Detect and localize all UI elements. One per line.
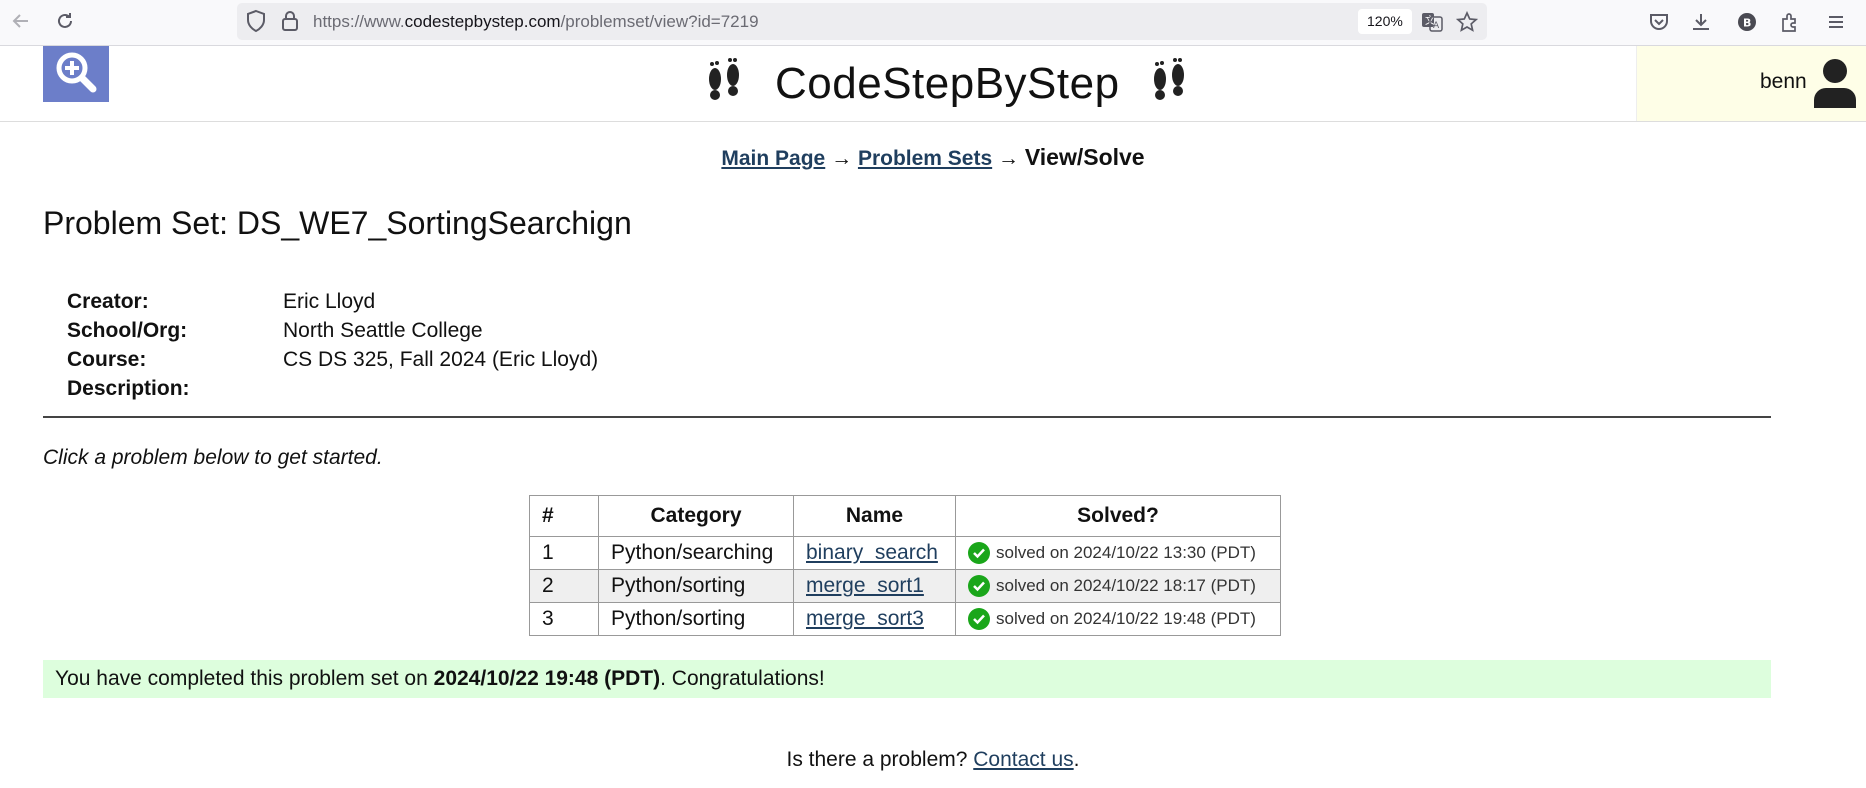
footer-period: . (1073, 748, 1080, 771)
shield-icon[interactable] (245, 9, 267, 38)
creator-value: Eric Lloyd (283, 290, 376, 313)
column-header-solved: Solved? (955, 495, 1281, 537)
footer: Is there a problem? Contact us. (0, 748, 1866, 772)
row-category: Python/searching (598, 536, 794, 570)
solved-status: solved on 2024/10/22 19:48 (PDT) (968, 608, 1268, 630)
row-category: Python/sorting (598, 569, 794, 603)
page-title: Problem Set: DS_WE7_SortingSearchign (43, 205, 632, 241)
site-brand[interactable]: CodeStepByStep (705, 46, 1190, 121)
row-name-cell: binary_search (793, 536, 956, 570)
lock-icon[interactable] (281, 10, 299, 37)
footprints-icon (705, 57, 745, 110)
row-category: Python/sorting (598, 602, 794, 636)
instructions: Click a problem below to get started. (43, 446, 383, 469)
row-solved-cell: solved on 2024/10/22 19:48 (PDT) (955, 602, 1281, 636)
school-value: North Seattle College (283, 319, 483, 342)
course-row: Course: CS DS 325, Fall 2024 (Eric Lloyd… (67, 348, 598, 377)
extensions-icon[interactable] (1776, 8, 1804, 36)
breadcrumb-arrow: → (998, 147, 1019, 170)
problems-table: # Category Name Solved? 1 Python/searchi… (529, 495, 1281, 636)
school-label: School/Org: (67, 319, 188, 342)
table-row: 3 Python/sorting merge_sort3 solved on 2… (529, 602, 1281, 636)
user-name[interactable]: benn (1760, 70, 1807, 94)
row-name-cell: merge_sort1 (793, 569, 956, 603)
column-header-number: # (529, 495, 599, 537)
solved-status: solved on 2024/10/22 18:17 (PDT) (968, 575, 1268, 597)
reload-icon[interactable] (52, 8, 78, 34)
checkmark-icon (968, 542, 990, 564)
solved-status: solved on 2024/10/22 13:30 (PDT) (968, 542, 1268, 564)
user-avatar-icon[interactable] (1813, 58, 1857, 113)
row-number: 2 (529, 569, 599, 603)
menu-icon[interactable] (1822, 8, 1850, 36)
svg-text:A: A (1433, 21, 1440, 31)
breadcrumb-arrow: → (831, 147, 853, 170)
description-row: Description: (67, 377, 598, 406)
svg-text:B: B (1743, 17, 1751, 30)
completion-prefix: You have completed this problem set on (55, 667, 434, 690)
solved-text: solved on 2024/10/22 18:17 (PDT) (996, 576, 1256, 595)
url-prefix: https://www. (313, 12, 405, 31)
site-title[interactable]: CodeStepByStep (775, 59, 1120, 109)
checkmark-icon (968, 575, 990, 597)
footprints-icon (1150, 57, 1190, 110)
course-label: Course: (67, 348, 147, 371)
problem-link[interactable]: merge_sort1 (806, 574, 924, 597)
completion-suffix: . Congratulations! (660, 667, 825, 690)
creator-label: Creator: (67, 290, 149, 313)
row-solved-cell: solved on 2024/10/22 13:30 (PDT) (955, 536, 1281, 570)
url-domain: codestepbystep.com (404, 12, 561, 31)
divider (43, 416, 1771, 418)
site-header: CodeStepByStep benn (0, 46, 1866, 122)
column-header-name: Name (793, 495, 956, 537)
translate-icon[interactable]: 文A (1419, 9, 1445, 35)
breadcrumb-main-page[interactable]: Main Page (721, 147, 825, 170)
column-header-category: Category (598, 495, 794, 537)
zoom-in-button[interactable] (43, 46, 109, 102)
table-row: 1 Python/searching binary_search solved … (529, 536, 1281, 570)
url-bar[interactable]: https://www.codestepbystep.com/problemse… (237, 3, 1487, 40)
problem-link[interactable]: merge_sort3 (806, 607, 924, 630)
magnifier-plus-icon (53, 49, 99, 100)
completion-date: 2024/10/22 19:48 (PDT) (433, 667, 661, 690)
row-solved-cell: solved on 2024/10/22 18:17 (PDT) (955, 569, 1281, 603)
problem-set-info: Creator: Eric Lloyd School/Org: North Se… (67, 290, 598, 406)
table-row: 2 Python/sorting merge_sort1 solved on 2… (529, 569, 1281, 603)
zoom-level[interactable]: 120% (1358, 9, 1412, 34)
completion-banner: You have completed this problem set on 2… (43, 660, 1771, 698)
bookmark-star-icon[interactable] (1454, 9, 1480, 35)
creator-row: Creator: Eric Lloyd (67, 290, 598, 319)
course-value: CS DS 325, Fall 2024 (Eric Lloyd) (283, 348, 599, 371)
url-text[interactable]: https://www.codestepbystep.com/problemse… (313, 12, 759, 32)
row-number: 1 (529, 536, 599, 570)
description-label: Description: (67, 377, 190, 400)
pocket-icon[interactable] (1645, 8, 1673, 36)
breadcrumb-problem-sets[interactable]: Problem Sets (858, 147, 992, 170)
account-b-icon[interactable]: B (1733, 8, 1761, 36)
back-arrow-icon[interactable] (8, 8, 34, 34)
download-icon[interactable] (1687, 8, 1715, 36)
solved-text: solved on 2024/10/22 19:48 (PDT) (996, 609, 1256, 628)
footer-question: Is there a problem? (786, 748, 974, 771)
user-menu[interactable]: benn (1636, 46, 1866, 121)
browser-toolbar: https://www.codestepbystep.com/problemse… (0, 0, 1866, 46)
url-path: /problemset/view?id=7219 (560, 12, 759, 31)
breadcrumb: Main Page → Problem Sets → View/Solve (0, 144, 1866, 171)
row-name-cell: merge_sort3 (793, 602, 956, 636)
school-row: School/Org: North Seattle College (67, 319, 598, 348)
breadcrumb-current: View/Solve (1024, 144, 1145, 170)
row-number: 3 (529, 602, 599, 636)
checkmark-icon (968, 608, 990, 630)
contact-us-link[interactable]: Contact us (973, 748, 1073, 771)
solved-text: solved on 2024/10/22 13:30 (PDT) (996, 543, 1256, 562)
table-header-row: # Category Name Solved? (529, 495, 1281, 537)
problem-link[interactable]: binary_search (806, 541, 938, 564)
